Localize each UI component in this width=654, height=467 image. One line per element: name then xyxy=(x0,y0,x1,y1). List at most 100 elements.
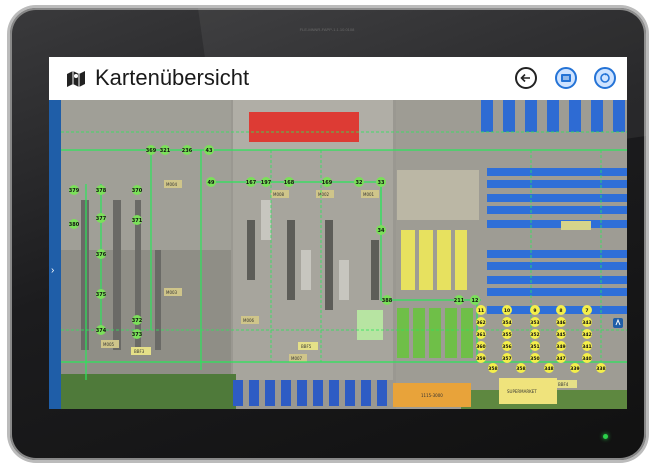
back-arrow-icon xyxy=(520,73,530,83)
svg-text:345: 345 xyxy=(556,332,565,338)
node-33[interactable]: 33 xyxy=(376,177,386,187)
status-led xyxy=(603,434,608,439)
svg-text:348: 348 xyxy=(544,366,553,372)
svg-text:211: 211 xyxy=(454,298,465,304)
svg-text:379: 379 xyxy=(69,188,80,194)
node-358a[interactable]: 358 xyxy=(488,363,498,373)
svg-text:360: 360 xyxy=(476,344,485,350)
node-348[interactable]: 348 xyxy=(544,363,554,373)
map-refresh-button[interactable] xyxy=(594,67,616,89)
area-label-m007: M007 xyxy=(291,356,303,361)
svg-text:167: 167 xyxy=(246,180,257,186)
svg-text:321: 321 xyxy=(160,148,171,154)
node-43[interactable]: 43 xyxy=(204,145,214,155)
svg-text:358: 358 xyxy=(488,366,497,372)
svg-text:33: 33 xyxy=(378,180,385,186)
node-7[interactable]: 7 xyxy=(582,305,592,315)
node-351[interactable]: 351 xyxy=(530,341,540,351)
map-refresh-icon xyxy=(600,73,610,83)
area-label-m001: M001 xyxy=(363,192,375,197)
svg-text:371: 371 xyxy=(132,218,143,224)
green-storage xyxy=(397,308,473,358)
node-360[interactable]: 360 xyxy=(476,341,486,351)
area-red-block xyxy=(249,112,359,142)
svg-text:378: 378 xyxy=(96,188,107,194)
sidebar-toggle[interactable]: › xyxy=(49,100,61,409)
node-357[interactable]: 357 xyxy=(502,353,512,363)
map-area-icon xyxy=(67,71,85,87)
svg-text:351: 351 xyxy=(530,344,539,350)
svg-text:388: 388 xyxy=(382,298,393,304)
svg-text:10: 10 xyxy=(504,308,510,314)
node-347[interactable]: 347 xyxy=(556,353,566,363)
node-356[interactable]: 356 xyxy=(502,341,512,351)
svg-text:7: 7 xyxy=(585,308,588,314)
svg-text:358: 358 xyxy=(516,366,525,372)
svg-text:43: 43 xyxy=(206,148,213,154)
device-top-label: FLE-MNNR-FAPP-1.1.10.0108 xyxy=(299,27,355,32)
node-346[interactable]: 346 xyxy=(556,317,566,327)
svg-text:380: 380 xyxy=(69,222,80,228)
node-359[interactable]: 359 xyxy=(476,353,486,363)
svg-text:352: 352 xyxy=(530,332,539,338)
node-354[interactable]: 354 xyxy=(502,317,512,327)
node-343[interactable]: 343 xyxy=(582,317,592,327)
svg-text:168: 168 xyxy=(284,180,295,186)
svg-text:357: 357 xyxy=(502,356,511,362)
svg-text:343: 343 xyxy=(582,320,591,326)
node-340[interactable]: 340 xyxy=(582,353,592,363)
svg-text:355: 355 xyxy=(502,332,511,338)
svg-text:12: 12 xyxy=(472,298,479,304)
node-349[interactable]: 349 xyxy=(556,341,566,351)
svg-text:376: 376 xyxy=(96,252,107,258)
node-345[interactable]: 345 xyxy=(556,329,566,339)
node-32[interactable]: 32 xyxy=(354,177,364,187)
node-361[interactable]: 361 xyxy=(476,329,486,339)
area-label-m003: M003 xyxy=(166,290,178,295)
node-10[interactable]: 10 xyxy=(502,305,512,315)
area-label-m004: M004 xyxy=(166,182,178,187)
app-header: Kartenübersicht xyxy=(49,57,627,100)
area-label-supermarket: SUPERMARKET xyxy=(507,389,537,394)
page-title: Kartenübersicht xyxy=(95,65,250,90)
svg-text:34: 34 xyxy=(378,228,385,234)
node-8[interactable]: 8 xyxy=(556,305,566,315)
node-341[interactable]: 341 xyxy=(582,341,592,351)
svg-text:369: 369 xyxy=(146,148,157,154)
area-label-bbf4: BBF4 xyxy=(558,382,569,387)
node-9[interactable]: 9 xyxy=(530,305,540,315)
area-label-m008: M008 xyxy=(273,192,285,197)
node-11[interactable]: 11 xyxy=(476,305,486,315)
svg-text:374: 374 xyxy=(96,328,107,334)
node-342[interactable]: 342 xyxy=(582,329,592,339)
node-34[interactable]: 34 xyxy=(376,225,386,235)
svg-text:362: 362 xyxy=(476,320,485,326)
node-362[interactable]: 362 xyxy=(476,317,486,327)
node-12[interactable]: 12 xyxy=(470,295,480,305)
node-352[interactable]: 352 xyxy=(530,329,540,339)
svg-text:197: 197 xyxy=(261,180,272,186)
node-49[interactable]: 49 xyxy=(206,177,216,187)
svg-text:339: 339 xyxy=(570,366,579,372)
svg-text:377: 377 xyxy=(96,216,107,222)
node-350[interactable]: 350 xyxy=(530,353,540,363)
back-button[interactable] xyxy=(515,67,537,89)
node-355[interactable]: 355 xyxy=(502,329,512,339)
area-label-m006: M006 xyxy=(243,318,255,323)
area-label-m002: M002 xyxy=(318,192,330,197)
warehouse-map[interactable]: M004 M003 M005 M006 M007 M008 M002 M001 … xyxy=(61,100,627,409)
node-358b[interactable]: 358 xyxy=(516,363,526,373)
svg-text:372: 372 xyxy=(132,318,143,324)
node-338[interactable]: 338 xyxy=(596,363,606,373)
svg-text:373: 373 xyxy=(132,332,143,338)
node-339[interactable]: 339 xyxy=(570,363,580,373)
svg-text:354: 354 xyxy=(502,320,511,326)
svg-text:11: 11 xyxy=(478,308,484,314)
svg-text:370: 370 xyxy=(132,188,143,194)
node-353[interactable]: 353 xyxy=(530,317,540,327)
svg-text:236: 236 xyxy=(182,148,193,154)
map-overview-button[interactable] xyxy=(555,67,577,89)
svg-text:346: 346 xyxy=(556,320,565,326)
svg-text:8: 8 xyxy=(559,308,562,314)
svg-text:338: 338 xyxy=(596,366,605,372)
